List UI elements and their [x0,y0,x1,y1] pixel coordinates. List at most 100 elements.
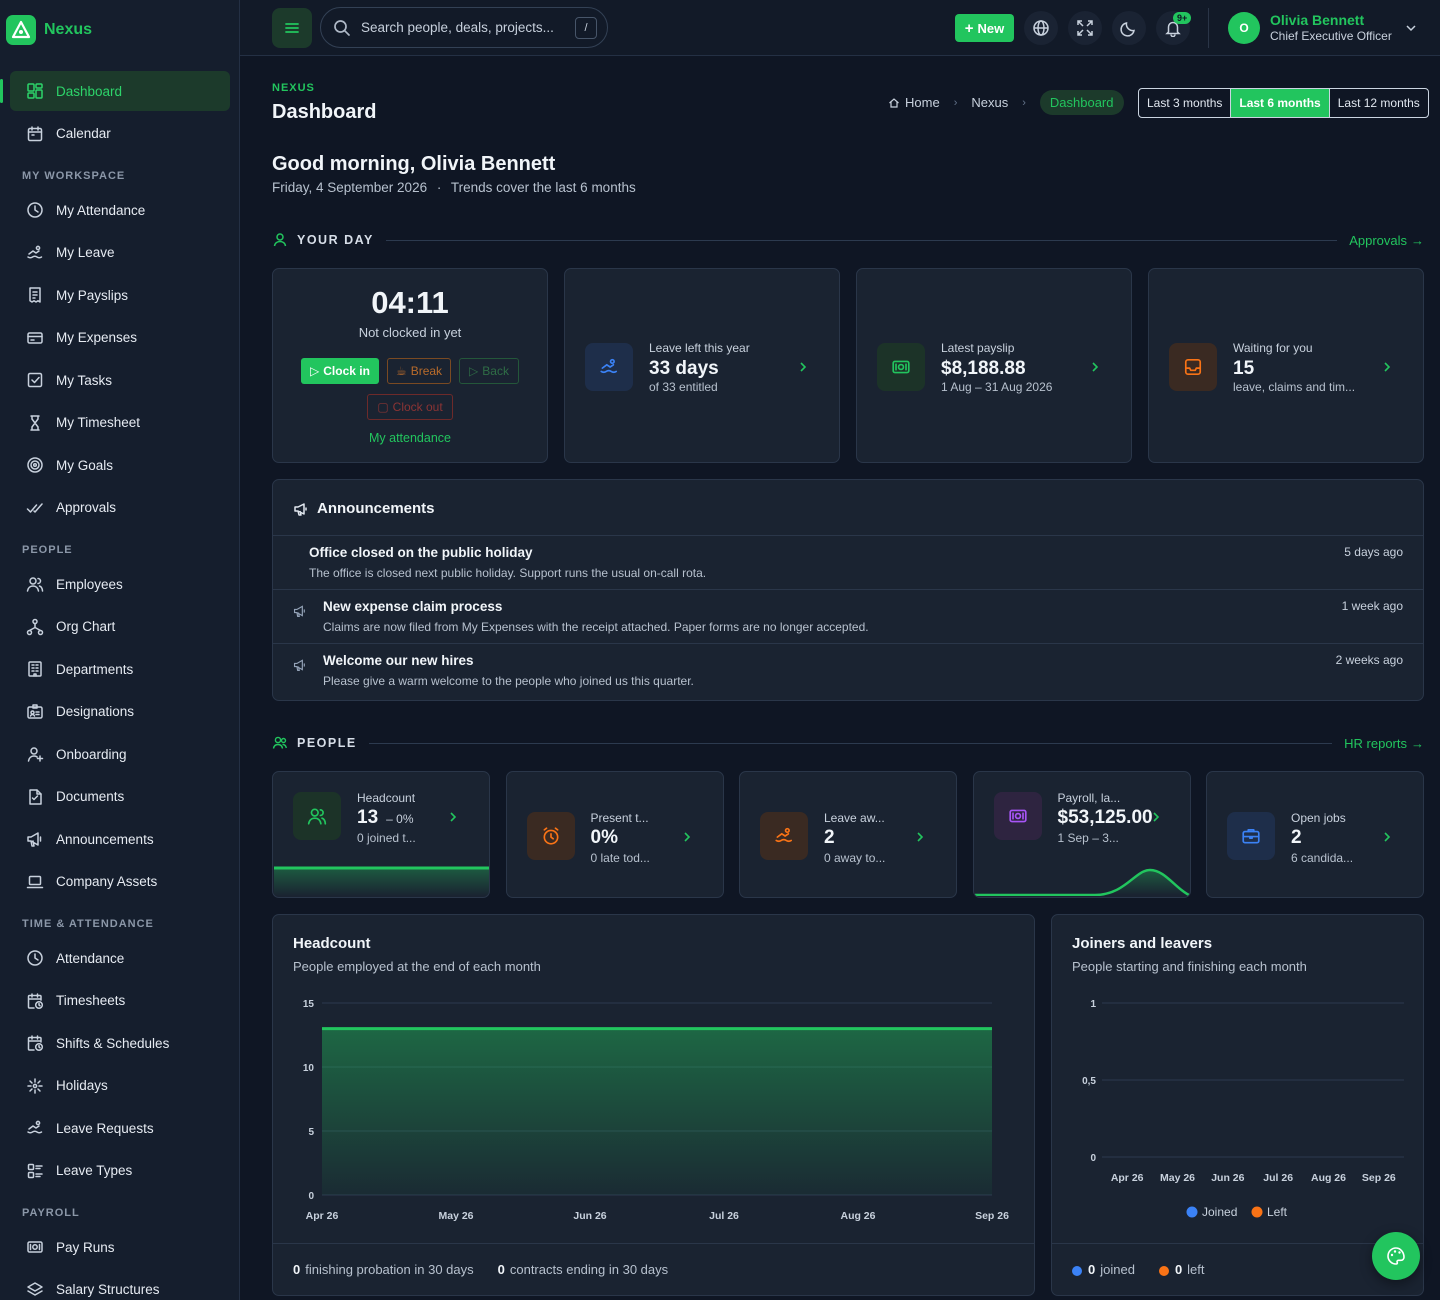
sidebar-nav: Dashboard Calendar MY WORKSPACE My Attendan… [0,71,230,1300]
range-last-3-months[interactable]: Last 3 months [1139,89,1232,117]
sidebar-item-label: Dashboard [56,83,123,99]
sidebar-item-my-timesheet[interactable]: My Timesheet [10,403,230,443]
fullscreen-button[interactable] [1068,11,1102,45]
users-icon [307,808,327,825]
people-stat-value: $53,125.00 [1058,807,1153,829]
sidebar-item-calendar[interactable]: Calendar [10,114,230,154]
headcount-card[interactable]: Headcount 13 – 0% 0 joined t... [272,771,490,898]
search-input[interactable] [361,20,561,35]
sidebar-item-departments[interactable]: Departments [10,649,230,689]
joined-dot-icon [1072,1265,1082,1276]
people-stat-number: 13 [357,807,379,828]
clock-icon [27,202,43,218]
stat-icon-box [293,792,341,840]
sidebar-item-my-goals[interactable]: My Goals [10,445,230,485]
sidebar-item-dashboard[interactable]: Dashboard [0,71,230,111]
breadcrumb-nexus[interactable]: Nexus [971,95,1008,110]
people-stat-value: 2 [824,827,835,849]
stat-label: Leave left this year [649,341,750,355]
sidebar-item-label: My Timesheet [56,415,141,430]
leave-away-card[interactable]: Leave aw... 2 0 away to... [739,771,957,898]
approvals-link[interactable]: Approvals → [1349,233,1424,248]
app: Nexus Dashboard Calendar MY WORKSPACE My At… [0,0,1440,1300]
headcount-chart-footer: 0 finishing probation in 30 days 0 contrac… [273,1243,1034,1295]
sidebar-item-holidays[interactable]: Holidays [10,1066,230,1106]
sidebar-item-leave-requests[interactable]: Leave Requests [10,1108,230,1148]
my-attendance-link[interactable]: My attendance [273,431,547,445]
range-last-6-months[interactable]: Last 6 months [1231,89,1330,117]
payroll-card[interactable]: Payroll, la... $53,125.00 1 Sep – 3... [972,771,1191,898]
language-button[interactable] [1024,11,1058,45]
announcement-item[interactable]: Welcome our new hires Please give a warm … [273,643,1423,697]
topbar: / + New 9+ O Olivia Bennett Chief Execut… [240,0,1440,56]
trend-note: Trends cover the last 6 months [450,180,636,195]
stat-icon-box [993,792,1042,840]
people-stat-value: 13 – 0% [357,807,414,829]
waiting-for-you-card[interactable]: Waiting for you 15 leave, claims and tim..… [1148,268,1424,463]
breadcrumb-home[interactable]: Home [905,95,940,110]
sidebar-item-leave-types[interactable]: Leave Types [10,1151,230,1191]
sidebar-item-my-tasks[interactable]: My Tasks [10,360,230,400]
legend-label: Left [1267,1205,1288,1219]
card-icon [27,331,43,344]
sidebar-item-timesheets[interactable]: Timesheets [10,981,230,1021]
sidebar-item-employees[interactable]: Employees [10,564,230,604]
search-bar[interactable]: / [320,7,608,48]
theme-customizer-button[interactable] [1372,1232,1420,1280]
sidebar-item-my-attendance[interactable]: My Attendance [10,190,230,230]
x-tick-label: Jun 26 [573,1210,606,1222]
chevron-right-icon [683,832,690,842]
stat-label: Waiting for you [1233,341,1313,355]
sidebar-item-my-leave[interactable]: My Leave [10,233,230,273]
sidebar-item-company-assets[interactable]: Company Assets [10,862,230,902]
sidebar-item-my-payslips[interactable]: My Payslips [10,275,230,315]
announcement-title: Welcome our new hires [323,653,474,668]
hr-reports-link[interactable]: HR reports → [1344,736,1424,751]
clock-out-label: Clock out [392,400,443,414]
page-title: Dashboard [272,101,377,123]
inbox-icon [1184,358,1202,376]
sidebar-item-label: Shifts & Schedules [56,1035,170,1051]
present-today-card[interactable]: Present t... 0% 0 late tod... [505,771,724,898]
y-tick-label: 0 [1090,1153,1096,1164]
new-button[interactable]: + New [955,14,1014,42]
user-menu[interactable]: O Olivia Bennett Chief Executive Officer [1228,12,1416,44]
sidebar-item-label: Pay Runs [56,1239,115,1255]
back-button[interactable]: ▷ Back [459,358,519,384]
break-button[interactable]: ☕ Break [387,358,451,384]
megaphone-icon [27,832,42,847]
sidebar-item-org-chart[interactable]: Org Chart [10,607,230,647]
sidebar-item-documents[interactable]: Documents [10,777,230,817]
sidebar-item-approvals[interactable]: Approvals [10,488,230,528]
theme-toggle-button[interactable] [1112,11,1146,45]
open-jobs-card[interactable]: Open jobs 2 6 candida... [1206,771,1424,898]
people-stat-value: 2 [1291,827,1302,849]
logo[interactable]: Nexus [6,15,92,45]
building-icon [28,661,42,677]
sidebar-item-label: My Leave [56,245,115,260]
announcement-item[interactable]: New expense claim process Claims are now … [273,589,1423,643]
y-tick-label: 1 [1090,999,1096,1010]
calendar-clock-icon [27,992,44,1009]
clock-out-button[interactable]: ▢ Clock out [367,394,453,420]
nav-section-people: PEOPLE [22,544,73,556]
notifications-button[interactable]: 9+ [1156,11,1192,45]
announcement-item[interactable]: Office closed on the public holiday The o… [273,535,1423,589]
latest-payslip-card[interactable]: Latest payslip $8,188.88 1 Aug – 31 Aug 20… [856,268,1132,463]
clock-in-button[interactable]: ▷ Clock in [301,358,379,384]
sidebar-item-salary-structures[interactable]: Salary Structures [10,1270,230,1300]
sidebar-item-pay-runs[interactable]: Pay Runs [10,1227,230,1267]
sidebar-item-shifts-and-schedules[interactable]: Shifts & Schedules [10,1023,230,1063]
page-eyebrow: NEXUS [272,82,315,94]
range-last-12-months[interactable]: Last 12 months [1330,89,1428,117]
sidebar-item-designations[interactable]: Designations [10,692,230,732]
sidebar-item-announcements[interactable]: Announcements [10,819,230,859]
sidebar-item-my-expenses[interactable]: My Expenses [10,318,230,358]
menu-toggle-button[interactable] [272,8,312,48]
sidebar-item-onboarding[interactable]: Onboarding [10,734,230,774]
announcement-title: Office closed on the public holiday [309,545,533,560]
sidebar-item-label: Calendar [56,126,111,141]
hr-reports-link-label: HR reports [1344,735,1407,751]
sidebar-item-attendance[interactable]: Attendance [10,938,230,978]
leave-left-card[interactable]: Leave left this year 33 days of 33 entitle… [564,268,840,463]
